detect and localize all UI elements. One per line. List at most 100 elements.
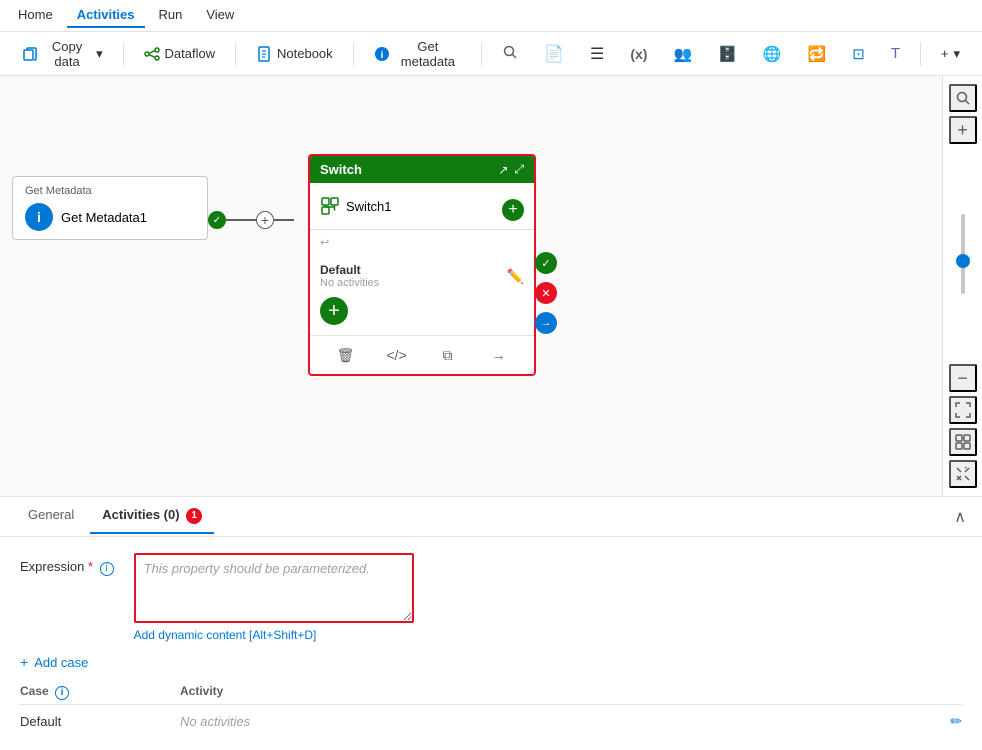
switch-arrow-badge[interactable]: → [535, 312, 557, 334]
copy-data-button[interactable]: Copy data ▾ [12, 34, 113, 74]
connection-line: ✓ + [208, 211, 294, 229]
zoom-search-icon [955, 90, 971, 106]
tab-general[interactable]: General [16, 499, 86, 534]
bottom-tab-items: General Activities (0) 1 [16, 499, 214, 534]
zoom-search-button[interactable] [949, 84, 977, 112]
add-case-row[interactable]: + Add case [20, 654, 962, 670]
notebook-button[interactable]: Notebook [246, 41, 343, 67]
case-table: Case i Activity Default No activities ✏ [20, 680, 962, 734]
more-button[interactable]: + ▾ [931, 41, 970, 67]
switch-edit-icon[interactable]: ✏️ [507, 268, 524, 285]
people-toolbar-icon: 👥 [673, 45, 692, 63]
document-toolbar-button[interactable]: 📄 [534, 39, 574, 69]
add-case-label: Add case [34, 655, 88, 670]
search-toolbar-button[interactable] [492, 39, 528, 68]
add-activity-connector[interactable]: + [256, 211, 274, 229]
switch-success-badge[interactable]: ✓ [535, 252, 557, 274]
dataflow-label: Dataflow [165, 46, 216, 61]
case-info-icon[interactable]: i [55, 686, 69, 700]
connector-line-1 [226, 219, 256, 221]
switch-add-button[interactable]: + [502, 199, 524, 221]
success-badge: ✓ [208, 211, 226, 229]
expression-toolbar-button[interactable]: (x) [620, 41, 657, 67]
switch-delete-button[interactable]: 🗑 [333, 342, 359, 368]
people-toolbar-button[interactable]: 👥 [663, 40, 702, 68]
expression-toolbar-icon: (x) [630, 46, 647, 62]
tab-activities[interactable]: Activities (0) 1 [90, 499, 214, 534]
switch-title: Switch [320, 162, 362, 177]
canvas[interactable]: Get Metadata i Get Metadata1 ✓ + Switch … [0, 76, 982, 496]
collapse-button[interactable] [949, 460, 977, 488]
switch-name-row: Switch1 [320, 196, 392, 216]
bottom-panel: General Activities (0) 1 ∧ Expression * … [0, 496, 982, 742]
toolbar-separator-3 [353, 42, 354, 66]
globe-toolbar-icon: 🌐 [763, 45, 782, 63]
database-toolbar-button[interactable]: 🗄️ [708, 40, 747, 68]
case-default-label: Default [20, 714, 180, 729]
canvas-area: Get Metadata i Get Metadata1 ✓ + Switch … [0, 76, 982, 496]
dataflow-button[interactable]: Dataflow [134, 41, 226, 67]
add-case-plus-icon: + [20, 654, 28, 670]
more-dropdown-icon: ▾ [953, 46, 960, 62]
flow-toolbar-icon: 🔁 [808, 45, 827, 63]
auto-layout-icon [955, 434, 971, 450]
toolbar: Copy data ▾ Dataflow Notebook [0, 32, 982, 76]
switch-header-icons: ↗ ⤢ [498, 162, 524, 177]
zoom-track [961, 214, 965, 294]
toolbar-separator-2 [235, 42, 236, 66]
menu-activities[interactable]: Activities [67, 3, 145, 28]
switch-copy-button[interactable]: ⧉ [435, 342, 461, 368]
flow-toolbar-button[interactable]: 🔁 [798, 40, 837, 68]
copy-data-label: Copy data [43, 39, 91, 69]
switch-navigate-button[interactable]: → [486, 342, 512, 368]
get-metadata-label: Get metadata [395, 39, 462, 69]
collapse-icon [956, 467, 970, 481]
menu-home[interactable]: Home [8, 3, 63, 28]
case-column-header: Case i [20, 684, 180, 700]
notebook-label: Notebook [277, 46, 333, 61]
zoom-thumb[interactable] [956, 254, 970, 268]
globe-toolbar-button[interactable]: 🌐 [753, 40, 792, 68]
switch-node[interactable]: Switch ↗ ⤢ Switch1 [308, 154, 536, 376]
list-toolbar-icon: ☰ [590, 44, 604, 64]
menu-view[interactable]: View [196, 3, 244, 28]
expression-field-wrapper: Add dynamic content [Alt+Shift+D] [134, 553, 414, 642]
case-edit-button[interactable]: ✏ [950, 713, 962, 730]
collapse-panel-button[interactable]: ∧ [954, 507, 966, 527]
switch-node-icon [320, 196, 340, 216]
zoom-out-button[interactable]: − [949, 364, 977, 392]
fit-view-icon [955, 402, 971, 418]
get-metadata-node-title: Get Metadata [25, 185, 195, 197]
activity-column-header: Activity [180, 684, 962, 700]
notebook-icon [256, 46, 272, 62]
teams-toolbar-button[interactable]: T [881, 40, 910, 67]
switch-add-activity-button[interactable]: + [320, 297, 348, 325]
switch-expand-icon[interactable]: ↗ [498, 163, 508, 177]
info-circle-icon: i [25, 203, 53, 231]
svg-text:i: i [380, 50, 383, 61]
get-metadata-button[interactable]: i Get metadata [364, 34, 472, 74]
list-toolbar-button[interactable]: ☰ [580, 39, 614, 69]
menu-run[interactable]: Run [149, 3, 193, 28]
copy-data-icon [22, 46, 38, 62]
tab-activities-label: Activities (0) [102, 507, 179, 522]
auto-layout-button[interactable] [949, 428, 977, 456]
expression-info-icon[interactable]: i [100, 562, 114, 576]
switch-code-button[interactable]: </> [384, 342, 410, 368]
switch-error-badge[interactable]: ✕ [535, 282, 557, 304]
bottom-tabs: General Activities (0) 1 ∧ [0, 497, 982, 537]
outlook-toolbar-button[interactable]: ⊡ [842, 40, 875, 68]
fit-view-button[interactable] [949, 396, 977, 424]
get-metadata-node[interactable]: Get Metadata i Get Metadata1 [12, 176, 208, 240]
activities-badge: 1 [186, 508, 202, 524]
outlook-toolbar-icon: ⊡ [852, 45, 865, 63]
zoom-in-button[interactable]: + [949, 116, 977, 144]
case-default-activity: No activities [180, 714, 950, 729]
switch-maximize-icon[interactable]: ⤢ [514, 162, 524, 177]
menu-bar: Home Activities Run View [0, 0, 982, 32]
dynamic-content-hint[interactable]: Add dynamic content [Alt+Shift+D] [134, 628, 414, 642]
zoom-in-icon: + [957, 120, 968, 141]
expression-textarea[interactable] [134, 553, 414, 623]
teams-toolbar-icon: T [891, 45, 900, 62]
toolbar-separator-4 [481, 42, 482, 66]
